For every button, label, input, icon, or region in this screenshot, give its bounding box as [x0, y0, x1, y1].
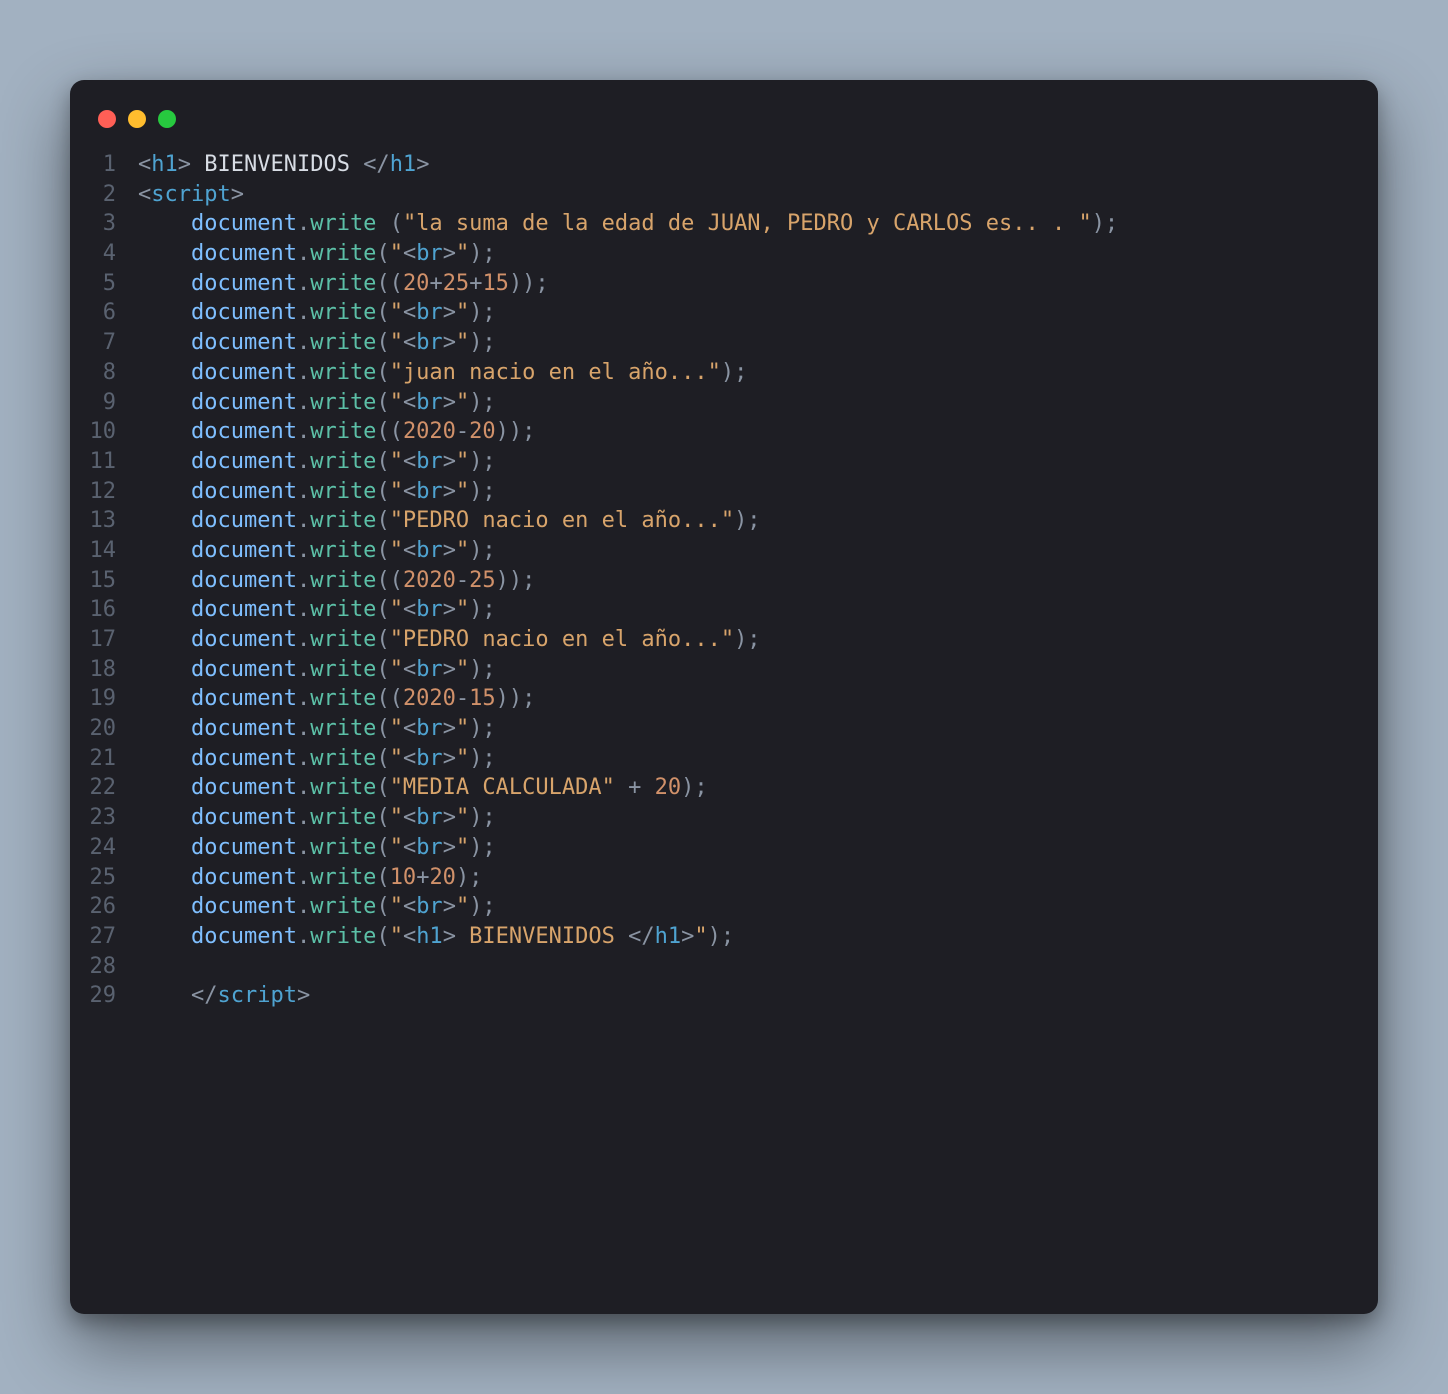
- line-number: 1: [70, 150, 138, 180]
- code-line[interactable]: 2<script>: [70, 180, 1378, 210]
- line-content: document.write("PEDRO nacio en el año...…: [138, 506, 1378, 536]
- line-number: 29: [70, 981, 138, 1011]
- line-content: document.write("<br>");: [138, 744, 1378, 774]
- line-content: document.write((2020-20));: [138, 417, 1378, 447]
- code-line[interactable]: 22 document.write("MEDIA CALCULADA" + 20…: [70, 773, 1378, 803]
- line-number: 25: [70, 863, 138, 893]
- code-line[interactable]: 29 </script>: [70, 981, 1378, 1011]
- line-number: 23: [70, 803, 138, 833]
- line-content: document.write("<br>");: [138, 595, 1378, 625]
- line-content: <script>: [138, 180, 1378, 210]
- line-content: document.write("<br>");: [138, 714, 1378, 744]
- line-number: 26: [70, 892, 138, 922]
- line-content: document.write("<br>");: [138, 388, 1378, 418]
- close-icon[interactable]: [98, 110, 116, 128]
- code-line[interactable]: 23 document.write("<br>");: [70, 803, 1378, 833]
- line-number: 10: [70, 417, 138, 447]
- line-number: 20: [70, 714, 138, 744]
- line-number: 6: [70, 298, 138, 328]
- line-number: 19: [70, 684, 138, 714]
- line-content: [138, 952, 1378, 982]
- line-number: 7: [70, 328, 138, 358]
- line-number: 14: [70, 536, 138, 566]
- line-content: document.write(10+20);: [138, 863, 1378, 893]
- line-content: document.write("<br>");: [138, 833, 1378, 863]
- code-line[interactable]: 26 document.write("<br>");: [70, 892, 1378, 922]
- code-line[interactable]: 4 document.write("<br>");: [70, 239, 1378, 269]
- line-number: 9: [70, 388, 138, 418]
- code-line[interactable]: 16 document.write("<br>");: [70, 595, 1378, 625]
- code-line[interactable]: 20 document.write("<br>");: [70, 714, 1378, 744]
- line-content: document.write("PEDRO nacio en el año...…: [138, 625, 1378, 655]
- line-number: 18: [70, 655, 138, 685]
- line-number: 2: [70, 180, 138, 210]
- line-number: 28: [70, 952, 138, 982]
- line-content: document.write("<br>");: [138, 892, 1378, 922]
- code-line[interactable]: 12 document.write("<br>");: [70, 477, 1378, 507]
- code-line[interactable]: 8 document.write("juan nacio en el año..…: [70, 358, 1378, 388]
- code-line[interactable]: 27 document.write("<h1> BIENVENIDOS </h1…: [70, 922, 1378, 952]
- line-number: 11: [70, 447, 138, 477]
- line-number: 21: [70, 744, 138, 774]
- line-number: 27: [70, 922, 138, 952]
- minimize-icon[interactable]: [128, 110, 146, 128]
- code-line[interactable]: 24 document.write("<br>");: [70, 833, 1378, 863]
- code-line[interactable]: 1<h1> BIENVENIDOS </h1>: [70, 150, 1378, 180]
- line-number: 24: [70, 833, 138, 863]
- line-content: </script>: [138, 981, 1378, 1011]
- code-line[interactable]: 19 document.write((2020-15));: [70, 684, 1378, 714]
- line-number: 22: [70, 773, 138, 803]
- code-line[interactable]: 9 document.write("<br>");: [70, 388, 1378, 418]
- line-content: document.write("<br>");: [138, 447, 1378, 477]
- code-line[interactable]: 5 document.write((20+25+15));: [70, 269, 1378, 299]
- line-content: document.write((2020-25));: [138, 566, 1378, 596]
- line-content: document.write((2020-15));: [138, 684, 1378, 714]
- line-number: 4: [70, 239, 138, 269]
- code-window: 1<h1> BIENVENIDOS </h1>2<script>3 docume…: [70, 80, 1378, 1314]
- line-content: document.write("<br>");: [138, 477, 1378, 507]
- line-number: 17: [70, 625, 138, 655]
- line-content: <h1> BIENVENIDOS </h1>: [138, 150, 1378, 180]
- line-content: document.write("<br>");: [138, 803, 1378, 833]
- window-titlebar: [70, 104, 1378, 150]
- code-line[interactable]: 15 document.write((2020-25));: [70, 566, 1378, 596]
- line-number: 5: [70, 269, 138, 299]
- code-line[interactable]: 7 document.write("<br>");: [70, 328, 1378, 358]
- line-content: document.write("<br>");: [138, 655, 1378, 685]
- line-content: document.write("<br>");: [138, 328, 1378, 358]
- line-content: document.write("<h1> BIENVENIDOS </h1>")…: [138, 922, 1378, 952]
- zoom-icon[interactable]: [158, 110, 176, 128]
- line-content: document.write("<br>");: [138, 536, 1378, 566]
- line-content: document.write("juan nacio en el año..."…: [138, 358, 1378, 388]
- code-line[interactable]: 28: [70, 952, 1378, 982]
- line-number: 3: [70, 209, 138, 239]
- line-content: document.write((20+25+15));: [138, 269, 1378, 299]
- code-line[interactable]: 18 document.write("<br>");: [70, 655, 1378, 685]
- line-content: document.write ("la suma de la edad de J…: [138, 209, 1378, 239]
- code-line[interactable]: 14 document.write("<br>");: [70, 536, 1378, 566]
- line-number: 12: [70, 477, 138, 507]
- code-line[interactable]: 11 document.write("<br>");: [70, 447, 1378, 477]
- code-line[interactable]: 21 document.write("<br>");: [70, 744, 1378, 774]
- code-line[interactable]: 6 document.write("<br>");: [70, 298, 1378, 328]
- line-content: document.write("MEDIA CALCULADA" + 20);: [138, 773, 1378, 803]
- code-line[interactable]: 13 document.write("PEDRO nacio en el año…: [70, 506, 1378, 536]
- line-content: document.write("<br>");: [138, 239, 1378, 269]
- line-number: 8: [70, 358, 138, 388]
- line-number: 13: [70, 506, 138, 536]
- line-number: 16: [70, 595, 138, 625]
- code-line[interactable]: 10 document.write((2020-20));: [70, 417, 1378, 447]
- code-line[interactable]: 3 document.write ("la suma de la edad de…: [70, 209, 1378, 239]
- code-editor[interactable]: 1<h1> BIENVENIDOS </h1>2<script>3 docume…: [70, 150, 1378, 1011]
- line-content: document.write("<br>");: [138, 298, 1378, 328]
- code-line[interactable]: 25 document.write(10+20);: [70, 863, 1378, 893]
- code-line[interactable]: 17 document.write("PEDRO nacio en el año…: [70, 625, 1378, 655]
- line-number: 15: [70, 566, 138, 596]
